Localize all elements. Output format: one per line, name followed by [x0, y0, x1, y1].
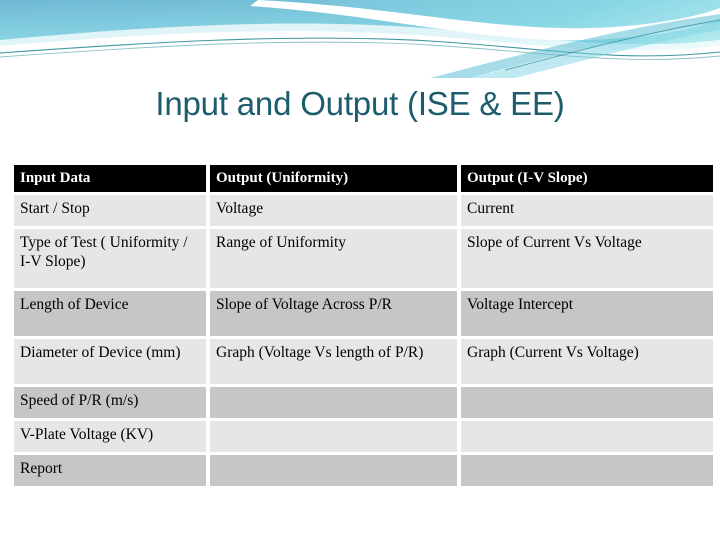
- cell-uniformity: Slope of Voltage Across P/R: [210, 291, 457, 336]
- table-row: V-Plate Voltage (KV): [14, 421, 713, 452]
- input-output-table: Input Data Output (Uniformity) Output (I…: [10, 162, 717, 489]
- table-header-row: Input Data Output (Uniformity) Output (I…: [14, 165, 713, 192]
- table-row: Length of Device Slope of Voltage Across…: [14, 291, 713, 336]
- page-title: Input and Output (ISE & EE): [155, 85, 565, 122]
- cell-uniformity: Range of Uniformity: [210, 229, 457, 288]
- table-row: Diameter of Device (mm) Graph (Voltage V…: [14, 339, 713, 384]
- cell-uniformity: [210, 455, 457, 486]
- column-header-output-uniformity: Output (Uniformity): [210, 165, 457, 192]
- cell-uniformity: [210, 421, 457, 452]
- cell-input: Diameter of Device (mm): [14, 339, 206, 384]
- cell-iv-slope: [461, 421, 713, 452]
- cell-iv-slope: Graph (Current Vs Voltage): [461, 339, 713, 384]
- table-row: Start / Stop Voltage Current: [14, 195, 713, 226]
- cell-iv-slope: Current: [461, 195, 713, 226]
- cell-iv-slope: Slope of Current Vs Voltage: [461, 229, 713, 288]
- cell-input: Length of Device: [14, 291, 206, 336]
- cell-input: Start / Stop: [14, 195, 206, 226]
- cell-input: Type of Test ( Uniformity / I-V Slope): [14, 229, 206, 288]
- cell-uniformity: Voltage: [210, 195, 457, 226]
- cell-uniformity: Graph (Voltage Vs length of P/R): [210, 339, 457, 384]
- table-row: Report: [14, 455, 713, 486]
- cell-uniformity: [210, 387, 457, 418]
- cell-input: Speed of P/R (m/s): [14, 387, 206, 418]
- cell-iv-slope: Voltage Intercept: [461, 291, 713, 336]
- cell-iv-slope: [461, 455, 713, 486]
- decorative-wave-banner: [0, 0, 720, 78]
- cell-input: V-Plate Voltage (KV): [14, 421, 206, 452]
- table-row: Speed of P/R (m/s): [14, 387, 713, 418]
- table-row: Type of Test ( Uniformity / I-V Slope) R…: [14, 229, 713, 288]
- column-header-output-iv-slope: Output (I-V Slope): [461, 165, 713, 192]
- column-header-input-data: Input Data: [14, 165, 206, 192]
- cell-iv-slope: [461, 387, 713, 418]
- cell-input: Report: [14, 455, 206, 486]
- banner-graphic: [0, 0, 720, 78]
